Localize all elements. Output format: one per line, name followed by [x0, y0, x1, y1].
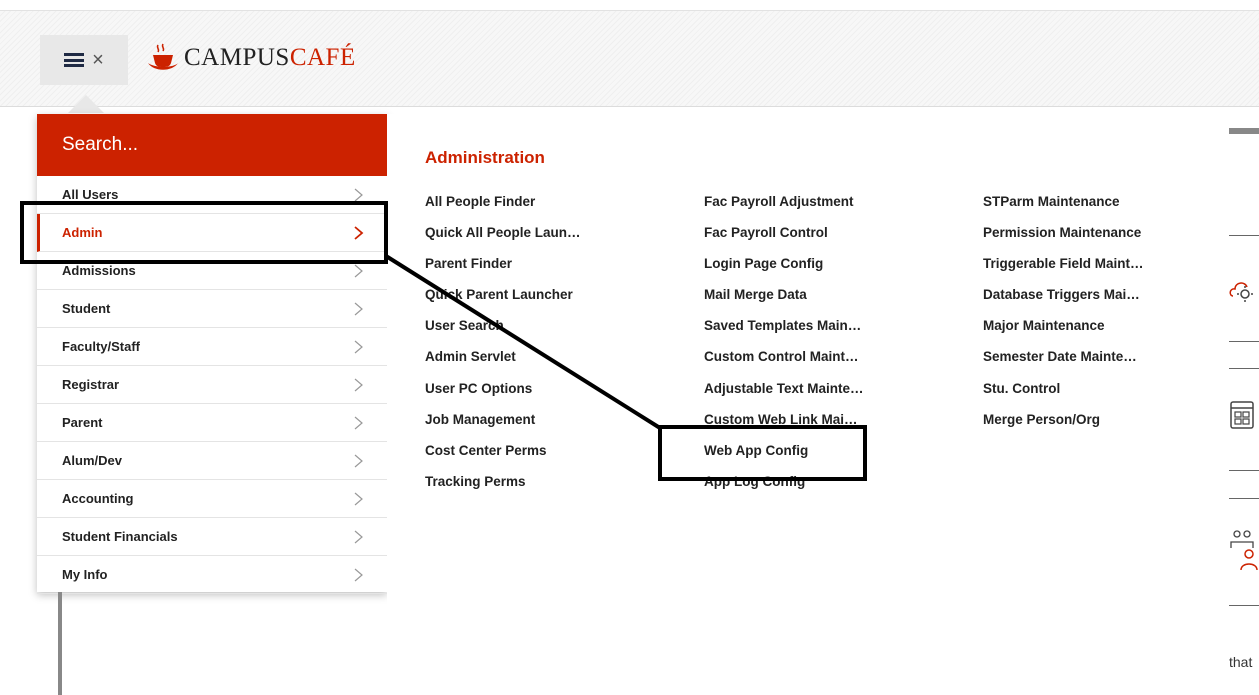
annotation-highlight-admin [20, 201, 388, 264]
annotation-highlight-web-app-config [658, 425, 867, 481]
annotation-connector-arrow [384, 254, 662, 430]
